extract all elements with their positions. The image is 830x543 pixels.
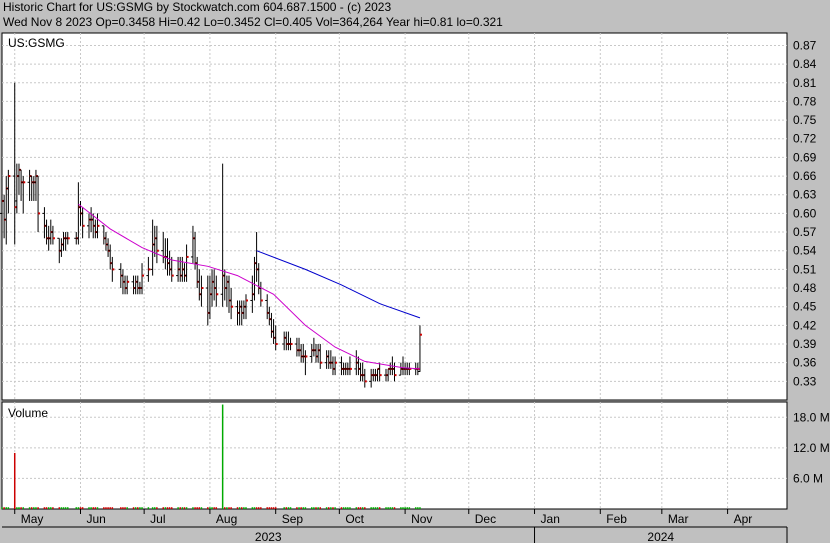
volume-tick-label: 12.0 M [793,441,830,455]
price-tick-label: 0.63 [793,188,817,202]
month-label: Nov [411,512,432,526]
price-tick-label: 0.48 [793,281,817,295]
month-label: Sep [282,512,304,526]
volume-panel [1,401,788,510]
month-label: Dec [475,512,496,526]
month-label: Jul [150,512,165,526]
price-tick-label: 0.72 [793,132,817,146]
price-tick-label: 0.66 [793,169,817,183]
price-tick-label: 0.81 [793,76,817,90]
price-panel [1,32,788,401]
month-label: Aug [216,512,237,526]
month-label: Oct [345,512,364,526]
price-tick-label: 0.84 [793,57,817,71]
price-tick-label: 0.36 [793,356,817,370]
price-tick-label: 0.75 [793,113,817,127]
year-label: 2024 [647,530,674,543]
month-label: Mar [668,512,689,526]
month-label: Jun [87,512,106,526]
price-tick-label: 0.33 [793,374,817,388]
price-tick-label: 0.60 [793,206,817,220]
price-tick-label: 0.54 [793,244,817,258]
price-tick-label: 0.57 [793,225,817,239]
volume-tick-label: 6.0 M [793,471,823,485]
month-label: May [21,512,44,526]
price-tick-label: 0.51 [793,262,817,276]
ticker-label: US:GSMG [8,36,65,50]
year-label: 2023 [255,530,282,543]
price-tick-label: 0.78 [793,94,817,108]
price-tick-label: 0.39 [793,337,817,351]
month-label: Jan [541,512,560,526]
volume-label: Volume [8,406,48,420]
month-label: Apr [734,512,753,526]
price-tick-label: 0.42 [793,318,817,332]
price-tick-label: 0.45 [793,300,817,314]
stock-chart: 0.87 0.84 0.81 0.78 0.75 0.72 0.69 0.66 0.63 0.60… [0,32,830,543]
month-label: Feb [606,512,627,526]
volume-tick-label: 18.0 M [793,410,830,424]
price-tick-label: 0.69 [793,150,817,164]
price-tick-label: 0.87 [793,38,817,52]
